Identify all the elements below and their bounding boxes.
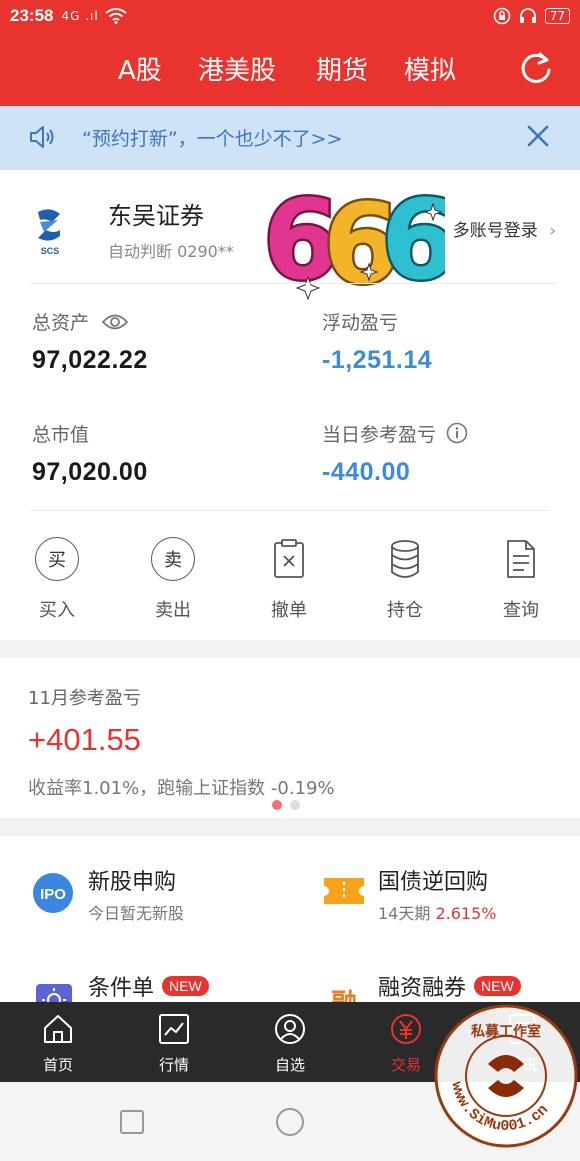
home-icon [44,1015,72,1043]
positions-label: 持仓 [387,600,423,621]
tab-simulation[interactable]: 模拟 [404,50,456,87]
user-icon [275,1014,305,1044]
reverse-repo-sub: 14天期 2.615% [378,900,496,924]
floating-pl-label: 浮动盈亏 [322,312,399,334]
clock: 23:58 [10,6,54,25]
divider [30,510,550,511]
margin-trading-label: 融资融券 [378,976,467,1001]
daily-pl-label: 当日参考盈亏 [322,420,468,447]
sell-label: 卖出 [155,600,191,621]
lock-rotation-icon [493,7,511,25]
condition-icon [36,984,72,1002]
services-grid: IPO 新股申购 今日暂无新股 国债逆回购 14天期 2.615% 条件单 NEW… [0,836,580,1002]
market-value-label: 总市值 [32,424,90,446]
positions-button[interactable]: 持仓 [365,530,445,622]
svg-text:6: 6 [381,176,445,300]
ipo-subscribe-sub: 今日暂无新股 [88,904,185,923]
notice-text[interactable]: “预约打新”，一个也少不了>> [82,124,343,151]
home-button[interactable] [276,1108,304,1136]
carousel-dots [272,800,300,810]
query-label: 查询 [503,600,539,621]
broker-name: 东吴证券 [108,202,204,230]
buy-label: 买入 [39,600,75,621]
database-icon [391,540,419,578]
watermark-center-text: 私募工作室 [471,1023,541,1040]
eye-icon[interactable] [101,313,129,331]
multi-account-login-link[interactable]: 多账号登录 › [453,216,556,241]
svg-text:IPO: IPO [40,886,66,903]
ticket-icon [324,878,364,904]
cancel-order-label: 撤单 [271,600,307,621]
carousel-dot [290,800,300,810]
conditional-order-item[interactable]: 条件单 NEW [32,970,292,1002]
reverse-repo-term: 14天期 [378,904,436,923]
tab-watchlist-label: 自选 [274,1056,305,1074]
broker-logo: SCS [30,208,70,256]
daily-pl-value: -440.00 [322,458,411,486]
new-badge: NEW [474,976,521,996]
monthly-profit-value: +401.55 [28,722,141,757]
tab-futures[interactable]: 期货 [316,50,368,87]
signal-icon: 4G .ıl [61,9,99,23]
carousel-dot-active [272,800,282,810]
tab-home-label: 首页 [42,1056,73,1074]
total-assets-value: 97,022.22 [32,346,148,374]
info-icon[interactable] [446,422,468,444]
account-card: SCS 东吴证券 自动判断 0290** 多账号登录 › 6 6 6 总资产 9… [0,170,580,640]
recent-apps-button[interactable] [120,1110,144,1134]
ipo-icon: IPO [33,873,73,913]
multi-login-label: 多账号登录 [452,221,538,241]
cancel-order-icon [274,539,304,578]
total-assets-label-text: 总资产 [32,312,90,334]
buy-button[interactable]: 买 买入 [17,530,97,622]
wifi-icon [105,8,127,24]
top-nav: A股 港美股 期货 模拟 [0,32,580,106]
sticker-666: 6 6 6 [261,174,445,300]
margin-trading-item[interactable]: 融 融资融券 NEW [322,970,562,1002]
tab-market-label: 行情 [158,1056,189,1074]
ipo-subscribe-item[interactable]: IPO 新股申购 今日暂无新股 [32,864,292,924]
refresh-icon[interactable] [518,50,554,86]
notice-banner[interactable]: “预约打新”，一个也少不了>> [0,106,580,170]
chevron-right-icon: › [549,221,556,241]
reverse-repo-item[interactable]: 国债逆回购 14天期 2.615% [322,864,562,924]
document-icon [507,540,535,578]
floating-pl-value: -1,251.14 [322,346,433,374]
monthly-return-note: 收益率1.01%，跑输上证指数 -0.19% [28,778,335,799]
speaker-icon [30,126,54,148]
cancel-order-button[interactable]: 撤单 [249,530,329,622]
conditional-order-name: 条件单 NEW [88,970,209,1002]
query-button[interactable]: 查询 [481,530,561,622]
monthly-profit-card[interactable]: 11月参考盈亏 +401.55 收益率1.01%，跑输上证指数 -0.19% [0,658,580,818]
chart-icon [159,1014,189,1044]
ipo-subscribe-name: 新股申购 [88,870,177,895]
headset-icon [519,8,536,23]
close-icon[interactable] [526,124,550,148]
tab-home[interactable]: 首页 [8,1012,108,1075]
tab-a-shares[interactable]: A股 [118,50,162,87]
status-bar: 23:58 4G .ıl 77 [0,0,580,32]
buy-icon: 买 [35,537,79,581]
conditional-order-label: 条件单 [88,976,155,1001]
margin-trading-name: 融资融券 NEW [378,970,521,1002]
divider [30,283,556,284]
tab-watchlist[interactable]: 自选 [240,1012,340,1075]
svg-text:融: 融 [331,989,357,1002]
yuan-icon [391,1014,421,1044]
daily-pl-label-text: 当日参考盈亏 [322,424,437,446]
reverse-repo-name: 国债逆回购 [378,870,489,895]
sell-icon: 卖 [151,537,195,581]
watermark-stamp: 私募工作室 www.SiMu001.cn [434,1004,578,1148]
market-value-value: 97,020.00 [32,458,148,486]
sell-button[interactable]: 卖 卖出 [133,530,213,622]
total-assets-label: 总资产 [32,308,129,335]
margin-icon: 融 [331,989,357,1002]
reverse-repo-rate: 2.615% [435,904,497,923]
account-number: 自动判断 0290** [108,242,234,261]
battery-icon: 77 [544,8,570,24]
tab-market[interactable]: 行情 [124,1012,224,1075]
monthly-profit-title: 11月参考盈亏 [28,688,141,709]
new-badge: NEW [162,976,209,996]
tab-hk-us-stocks[interactable]: 港美股 [198,50,276,87]
